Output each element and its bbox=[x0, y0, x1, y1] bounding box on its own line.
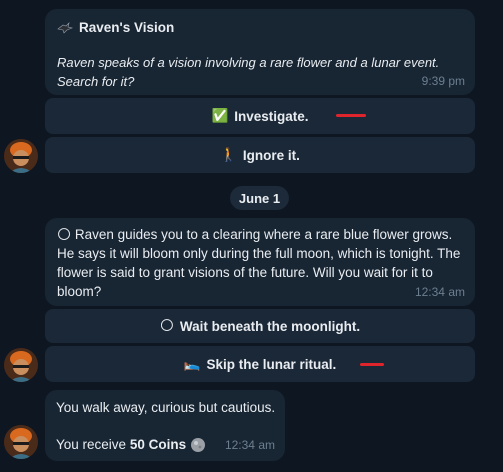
ignore-button[interactable]: 🚶 Ignore it. bbox=[45, 137, 475, 173]
message-title-text: Raven's Vision bbox=[79, 20, 175, 35]
message-bubble-walk-away: You walk away, curious but cautious. You… bbox=[45, 390, 285, 461]
message-bubble-clearing: 🌕 Raven guides you to a clearing where a… bbox=[45, 218, 475, 306]
full-moon-emoji-icon: 🌕 bbox=[159, 318, 174, 333]
walking-person-icon: 🚶 bbox=[220, 147, 237, 162]
message-title: Raven's Vision bbox=[57, 18, 174, 37]
message-body: Raven guides you to a clearing where a r… bbox=[57, 227, 461, 299]
red-annotation-mark bbox=[336, 114, 366, 117]
wait-button-label: Wait beneath the moonlight. bbox=[179, 318, 361, 334]
bed-emoji-icon: 🛌 bbox=[183, 356, 201, 371]
investigate-button-label: Investigate. bbox=[234, 108, 309, 124]
coin-icon bbox=[190, 437, 206, 453]
message-time: 9:39 pm bbox=[421, 74, 465, 88]
investigate-button[interactable]: ✅ Investigate. bbox=[45, 98, 475, 134]
ignore-button-label: Ignore it. bbox=[242, 147, 300, 163]
message-bubble-ravens-vision: Raven's Vision Raven speaks of a vision … bbox=[45, 9, 475, 95]
avatar[interactable] bbox=[4, 348, 38, 382]
full-moon-emoji-icon: 🌕 bbox=[57, 227, 72, 242]
raven-icon bbox=[57, 21, 73, 34]
message-text: 🌕 Raven guides you to a clearing where a… bbox=[57, 225, 467, 301]
message-line-1: You walk away, curious but cautious. bbox=[56, 400, 276, 415]
skip-button-label: Skip the lunar ritual. bbox=[206, 356, 337, 372]
avatar[interactable] bbox=[4, 139, 38, 173]
message-text: Raven speaks of a vision involving a rar… bbox=[57, 55, 440, 89]
red-annotation-mark bbox=[360, 363, 384, 366]
coin-amount: 50 Coins bbox=[129, 437, 187, 452]
date-separator: June 1 bbox=[230, 186, 289, 210]
message-time: 12:34 am bbox=[414, 285, 465, 299]
message-line-2: You receive 50 Coins bbox=[56, 435, 206, 454]
reward-prefix: You receive bbox=[56, 437, 130, 452]
wait-moonlight-button[interactable]: 🌕 Wait beneath the moonlight. bbox=[45, 309, 475, 343]
message-time: 12:34 am bbox=[224, 438, 275, 452]
avatar[interactable] bbox=[4, 425, 38, 459]
skip-ritual-button[interactable]: 🛌 Skip the lunar ritual. bbox=[45, 346, 475, 382]
check-emoji-icon: ✅ bbox=[211, 108, 229, 123]
